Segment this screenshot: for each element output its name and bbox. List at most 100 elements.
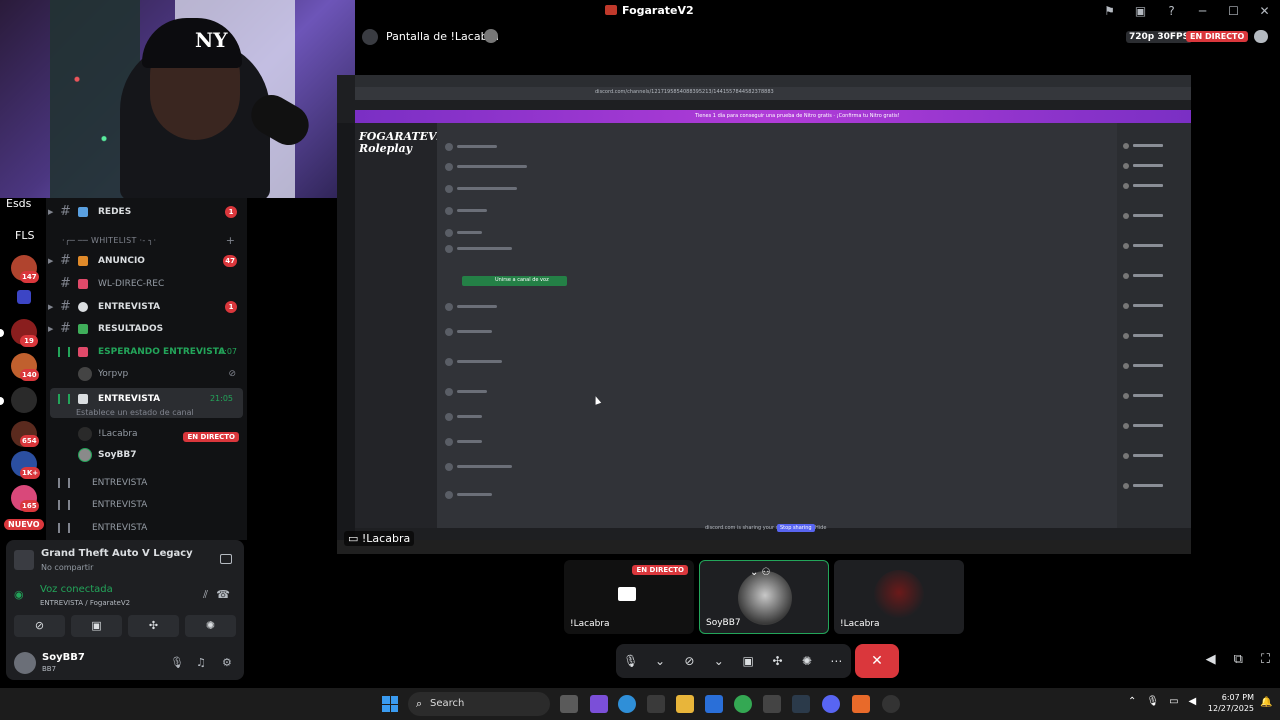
avatar[interactable] [14, 652, 36, 674]
camera-off-icon[interactable]: ⊘ [675, 654, 704, 668]
channel-redes[interactable]: ▶ # REDES 1 [46, 201, 247, 223]
member-avatar [1123, 333, 1129, 339]
app-icon[interactable] [792, 695, 810, 713]
search-box[interactable]: ⌕ Search [408, 692, 550, 716]
maximize-button[interactable]: ☐ [1218, 0, 1249, 22]
microphone-icon[interactable]: 🎙 [170, 656, 184, 669]
screen-share-icon[interactable]: ▣ [734, 654, 763, 668]
file-explorer-icon[interactable] [676, 695, 694, 713]
pop-out-icon[interactable]: ⧉ [1234, 652, 1243, 667]
channel-name: ENTREVISTA [98, 302, 161, 312]
volume-icon[interactable]: ◀ [1189, 696, 1197, 707]
chevron-up-icon[interactable]: ⌃ [1128, 696, 1136, 707]
server-badge: 654 [20, 435, 39, 447]
microphone-icon[interactable]: 🎙 [1146, 696, 1159, 707]
window-title: FogarateV2 [605, 4, 694, 17]
store-icon[interactable] [647, 695, 665, 713]
noise-suppression-icon[interactable]: ⫽ [203, 588, 208, 602]
chevron-down-icon[interactable]: ⌄ ⚇ [750, 567, 771, 578]
participant-tile[interactable]: EN DIRECTO !Lacabra [564, 560, 694, 634]
voice-status[interactable]: Voz conectada [40, 584, 113, 595]
message-avatar [445, 245, 453, 253]
clock[interactable]: 6:07 PM 12/27/2025 [1206, 692, 1254, 714]
message-line [457, 440, 482, 443]
speech-bubble-icon [78, 302, 88, 312]
more-options-icon[interactable]: ⋯ [822, 654, 851, 668]
voice-channel[interactable]: ENTREVISTA [46, 472, 247, 494]
message-line [457, 305, 497, 308]
screen-share-icon[interactable]: ▣ [71, 615, 122, 637]
soundboard-icon[interactable]: ✺ [185, 615, 236, 637]
banner-text: Tienes 1 día para conseguir una prueba d… [695, 113, 900, 119]
hide-button[interactable]: Hide [815, 525, 826, 531]
category-whitelist[interactable]: ·╭─ ── WHITELIST ·- ╮· [62, 236, 156, 245]
flag-icon[interactable]: ⚑ [1094, 0, 1125, 22]
leave-call-button[interactable]: ✕ [855, 644, 899, 678]
chevron-down-icon[interactable]: ⌄ [645, 654, 674, 668]
app-icon[interactable] [763, 695, 781, 713]
server-label-esds[interactable]: Esds [6, 197, 31, 210]
help-icon[interactable]: ? [1156, 0, 1187, 22]
member-avatar [1123, 363, 1129, 369]
chevron-down-icon[interactable]: ⌄ [704, 654, 733, 668]
voice-user[interactable]: SoyBB7 [78, 445, 238, 465]
fullscreen-icon[interactable]: ⛶ [1261, 652, 1270, 667]
settings-gear-icon[interactable]: ⚙ [222, 656, 232, 669]
message-line [457, 209, 487, 212]
user-name[interactable]: SoyBB7 [42, 652, 85, 663]
network-icon[interactable]: ▭ [1169, 696, 1178, 707]
mail-icon[interactable] [705, 695, 723, 713]
join-voice-button[interactable]: Unirse a canal de voz [462, 276, 567, 286]
minimize-button[interactable]: ─ [1187, 0, 1218, 22]
folder-icon[interactable] [17, 290, 31, 304]
add-channel-icon[interactable]: + [226, 234, 235, 247]
inbox-icon[interactable]: ▣ [1125, 0, 1156, 22]
channel-anuncio[interactable]: ▶ # ANUNCIO 47 [46, 250, 247, 272]
channel-list: ▶ # REDES 1 ·╭─ ── WHITELIST ·- ╮· + ▶ #… [46, 198, 247, 540]
voice-channel[interactable]: ENTREVISTA [46, 517, 247, 539]
copilot-icon[interactable] [590, 695, 608, 713]
channel-status[interactable]: Establece un estado de canal [76, 408, 194, 417]
close-button[interactable]: ✕ [1249, 0, 1280, 22]
camera-off-icon[interactable]: ⊘ [14, 615, 65, 637]
edge-icon[interactable] [618, 695, 636, 713]
microphone-icon[interactable]: 🎙 [616, 654, 645, 668]
message-line [457, 360, 502, 363]
app-icon[interactable] [882, 695, 900, 713]
chat-icon[interactable] [1254, 30, 1268, 43]
voice-channel[interactable]: ENTREVISTA [46, 494, 247, 516]
headphones-icon[interactable]: ♫ [196, 656, 206, 669]
server-icon[interactable] [11, 387, 37, 413]
share-game-icon[interactable] [220, 554, 232, 564]
signal-icon[interactable]: ◉ [14, 588, 24, 601]
pin-icon [78, 279, 88, 289]
notification-bell-icon[interactable]: 🔔 [1260, 697, 1272, 708]
task-view-icon[interactable] [560, 695, 578, 713]
avatar [874, 570, 924, 620]
discord-icon[interactable] [822, 695, 840, 713]
shared-screen[interactable]: discord.com/channels/1217195854088395213… [337, 75, 1191, 554]
participant-tile[interactable]: ⌄ ⚇ SoyBB7 [699, 560, 829, 634]
channel-wl-direc-rec[interactable]: # WL-DIREC-REC [46, 273, 247, 295]
app-icon[interactable] [852, 695, 870, 713]
channel-resultados[interactable]: ▶ # RESULTADOS [46, 318, 247, 340]
voice-channel-path[interactable]: ENTREVISTA / FogarateV2 [40, 599, 130, 607]
channel-entrevista[interactable]: ▶ # ENTREVISTA 1 [46, 296, 247, 318]
activities-icon[interactable]: ✣ [128, 615, 179, 637]
disconnect-icon[interactable]: ☎ [216, 588, 230, 601]
member-line [1133, 364, 1163, 367]
server-label-fls[interactable]: FLS [15, 229, 34, 242]
voice-user[interactable]: Yorpvp ⊘ [78, 364, 238, 384]
windows-start-icon[interactable] [382, 696, 398, 712]
chrome-icon[interactable] [734, 695, 752, 713]
volume-icon[interactable]: ◀ [1206, 652, 1216, 667]
message-avatar [445, 413, 453, 421]
stop-sharing-button[interactable]: Stop sharing [777, 524, 815, 532]
participant-tile[interactable]: !Lacabra [834, 560, 964, 634]
window-title-text: FogarateV2 [622, 4, 694, 17]
soundboard-icon[interactable]: ✺ [792, 654, 821, 668]
phone-icon [78, 394, 88, 404]
voice-channel-esperando[interactable]: ESPERANDO ENTREVISTA 6:07 [46, 341, 247, 363]
user-status: BB7 [42, 665, 57, 673]
activities-icon[interactable]: ✣ [763, 654, 792, 668]
